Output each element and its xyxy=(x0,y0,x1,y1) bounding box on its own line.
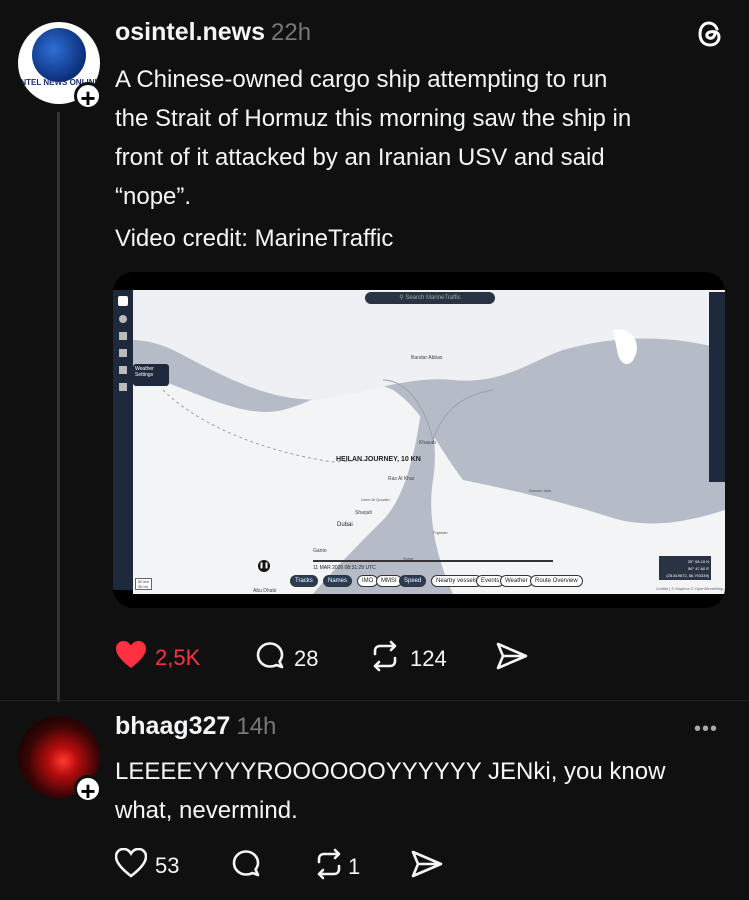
map-attribution: Leaflet | © Mapbox © OpenStreetMap xyxy=(656,586,723,591)
reply-username[interactable]: bhaag327 xyxy=(115,712,230,740)
post-text: A Chinese-owned cargo ship attempting to… xyxy=(115,60,735,258)
place-label: Umm Al Quwain xyxy=(361,497,390,502)
map-right-toolbar xyxy=(709,292,725,482)
video-credit: Video credit: MarineTraffic xyxy=(115,225,394,252)
chip-names[interactable]: Names xyxy=(323,575,353,587)
comment-button[interactable]: 28 xyxy=(254,640,318,678)
thread-line xyxy=(57,112,60,702)
heart-icon xyxy=(115,640,147,676)
coords-box: 25° 08.18 N 56° 47.60 E (25.819672, 56.7… xyxy=(659,556,711,580)
follow-button[interactable]: + xyxy=(74,82,102,111)
post-text-line: front of it attacked by an Iranian USV a… xyxy=(115,144,605,171)
map-canvas[interactable]: ⚲ Search MarineTraffic Weather Settings … xyxy=(133,290,725,594)
coord-line: 56° 47.60 E xyxy=(688,566,709,571)
share-icon[interactable] xyxy=(495,640,529,677)
post-text-line: “nope”. xyxy=(115,183,192,210)
vessel-label[interactable]: HEILAN JOURNEY, 10 KN xyxy=(336,456,421,463)
place-label: Ganto xyxy=(313,548,327,554)
reply-timestamp: 14h xyxy=(236,713,277,740)
toolbar-icon[interactable] xyxy=(119,315,127,323)
reply-text-line: LEEEEYYYYROOOOOOYYYYYY JENki, you know xyxy=(115,758,666,785)
place-label: Ras Al Khai xyxy=(388,476,414,482)
chip-tracks[interactable]: Tracks xyxy=(290,575,318,587)
comment-icon xyxy=(230,848,262,886)
post-text-line: A Chinese-owned cargo ship attempting to… xyxy=(115,66,608,93)
playback-timestamp: 11 MAR 2026 08:31:29 UTC xyxy=(313,565,376,571)
more-icon[interactable]: ••• xyxy=(694,718,724,740)
divider xyxy=(0,700,749,701)
reply-text: LEEEEYYYYROOOOOOYYYYYY JENki, you know w… xyxy=(115,752,735,830)
playback-track[interactable] xyxy=(313,560,553,562)
search-placeholder: Search MarineTraffic xyxy=(405,295,461,301)
threads-logo-icon[interactable] xyxy=(694,18,726,50)
reply-comment-button[interactable] xyxy=(230,848,270,886)
chip-speed[interactable]: Speed xyxy=(399,575,427,587)
toolbar-icon[interactable] xyxy=(119,332,127,340)
place-label: Dubai xyxy=(337,522,353,528)
place-label: Bandar Abbas xyxy=(411,355,443,361)
scale-mi: 30 mi xyxy=(138,584,148,589)
play-pause-button[interactable]: ❚❚ xyxy=(258,560,270,572)
layers-icon[interactable] xyxy=(118,296,128,306)
map-left-toolbar xyxy=(113,290,133,590)
comment-icon xyxy=(254,640,286,678)
chip-mmsi[interactable]: MMSI xyxy=(376,575,402,587)
place-label: Bandar Jask xyxy=(529,488,552,493)
repost-icon xyxy=(312,848,346,886)
repost-button[interactable]: 124 xyxy=(368,640,447,678)
toolbar-icon[interactable] xyxy=(119,366,127,374)
username[interactable]: osintel.news xyxy=(115,18,265,46)
coord-line: 25° 08.18 N xyxy=(687,559,709,564)
like-count: 2,5K xyxy=(155,645,201,670)
place-label: Abu Dhabi xyxy=(253,588,277,594)
weather-settings[interactable]: Weather Settings xyxy=(133,364,169,386)
heart-icon xyxy=(114,847,148,884)
coord-line: (25.819672, 56.793339) xyxy=(666,573,709,578)
reply-follow-button[interactable]: + xyxy=(74,775,102,804)
place-label: Fujairah xyxy=(433,530,448,535)
chip-route-overview[interactable]: Route Overview xyxy=(530,575,583,587)
reply-header: bhaag327 14h xyxy=(115,712,276,741)
reply-repost-count: 1 xyxy=(348,854,361,879)
reply-text-line: what, nevermind. xyxy=(115,797,298,824)
video-player[interactable]: ⚲ Search MarineTraffic Weather Settings … xyxy=(113,272,725,608)
share-icon[interactable] xyxy=(410,848,444,885)
chip-weather[interactable]: Weather xyxy=(500,575,533,587)
place-label: Khasab xyxy=(419,440,436,446)
reply-like-button[interactable]: 53 xyxy=(114,847,180,884)
repost-count: 124 xyxy=(410,646,447,671)
post-header: osintel.news 22h xyxy=(115,18,311,47)
toolbar-icon[interactable] xyxy=(119,349,127,357)
reply-like-count: 53 xyxy=(155,853,180,878)
avatar-logo xyxy=(32,28,86,82)
timestamp: 22h xyxy=(271,19,312,46)
place-label: Sharjah xyxy=(355,510,373,516)
reply-repost-button[interactable]: 1 xyxy=(312,848,360,886)
repost-icon xyxy=(368,640,402,678)
toolbar-icon[interactable] xyxy=(119,383,127,391)
weather-label: Weather Settings xyxy=(135,366,154,378)
scale-bar: 50 km 30 mi xyxy=(135,578,152,590)
like-button[interactable]: 2,5K xyxy=(115,640,200,676)
chip-nearby-vessels[interactable]: Nearby vessels xyxy=(431,575,483,587)
comment-count: 28 xyxy=(294,646,319,671)
post-text-line: the Strait of Hormuz this morning saw th… xyxy=(115,105,632,132)
map-search[interactable]: ⚲ Search MarineTraffic xyxy=(365,292,495,304)
